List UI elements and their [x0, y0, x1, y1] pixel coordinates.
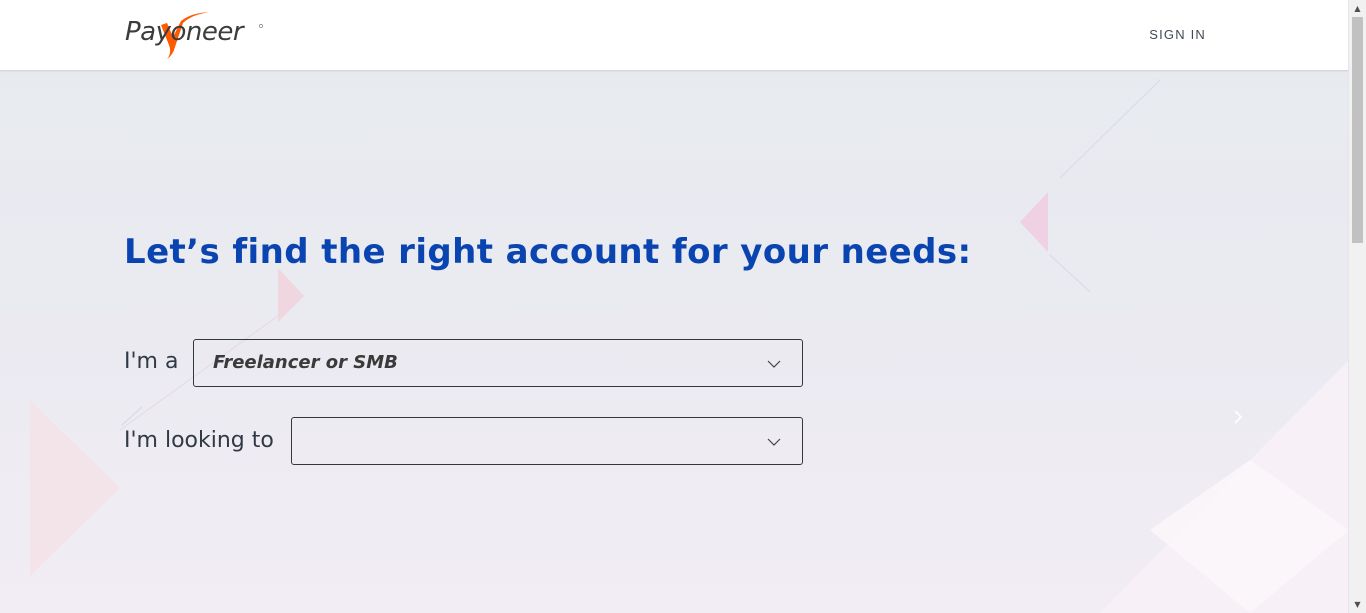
scroll-down-icon[interactable]: ▼ — [1349, 596, 1366, 613]
sign-in-link[interactable]: SIGN IN — [1149, 27, 1206, 42]
scroll-thumb[interactable] — [1352, 17, 1363, 243]
scroll-up-icon[interactable]: ▲ — [1349, 0, 1366, 17]
vertical-scrollbar[interactable]: ▲ ▼ — [1348, 0, 1366, 613]
chevron-down-icon — [767, 360, 781, 368]
chevron-down-icon — [767, 438, 781, 446]
role-label: I'm a — [124, 349, 179, 374]
chevron-right-icon[interactable] — [1230, 408, 1246, 426]
payoneer-logo[interactable]: Payoneer — [125, 9, 270, 61]
page-title: Let’s find the right account for your ne… — [124, 232, 972, 272]
logo-text: Payoneer — [125, 17, 244, 47]
goal-select[interactable] — [291, 417, 803, 465]
background-decoration — [30, 79, 1349, 613]
role-select[interactable]: Freelancer or SMB — [193, 339, 803, 387]
site-header: Payoneer SIGN IN — [0, 0, 1349, 70]
chevron-left-icon[interactable] — [118, 405, 146, 433]
role-select-value: Freelancer or SMB — [213, 352, 398, 373]
page: Payoneer SIGN IN Let’s find the right ac… — [0, 0, 1366, 613]
goal-label: I'm looking to — [124, 428, 274, 453]
